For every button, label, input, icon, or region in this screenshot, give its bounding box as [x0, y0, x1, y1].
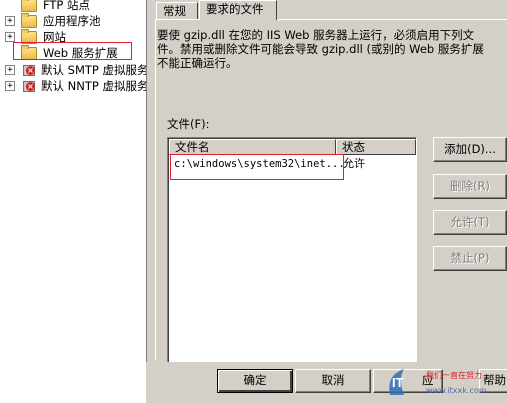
column-header-status[interactable]: 状态: [336, 139, 416, 155]
ok-button[interactable]: 确定: [217, 369, 293, 393]
prohibit-button[interactable]: 禁止(P): [433, 246, 507, 271]
tree-item-label: FTP 站点: [43, 0, 91, 12]
files-list[interactable]: 文件名 状态 c:\windows\system32\inet... 允许: [167, 137, 417, 369]
tree-item-label: 应用程序池: [43, 14, 101, 28]
description-text: 要使 gzip.dll 在您的 IIS Web 服务器上运行，必须启用下列文 件…: [157, 28, 484, 70]
tab-general[interactable]: 常规: [156, 2, 198, 19]
file-status-cell: 允许: [343, 157, 365, 170]
tree-item-smtp[interactable]: + × 默认 SMTP 虚拟服务: [5, 62, 146, 78]
folder-icon: [21, 0, 37, 12]
highlight-box: [13, 42, 132, 60]
watermark-url: www.itxxk.com: [426, 386, 487, 395]
expand-icon[interactable]: +: [5, 81, 15, 91]
tree-item-app-pools[interactable]: + 应用程序池: [5, 13, 145, 29]
highlight-box: [170, 154, 344, 180]
watermark-logo-text: IT: [392, 375, 404, 390]
watermark-logo-icon: IT: [389, 369, 404, 395]
cancel-button[interactable]: 取消: [295, 369, 371, 393]
iis-tree-panel: FTP 站点 + 应用程序池 + 网站 Web 服务扩展 + × 默认 SMTP…: [0, 0, 146, 403]
column-header-filename[interactable]: 文件名: [169, 139, 336, 155]
folder-icon: [21, 13, 37, 28]
watermark-slogan: 我们一直在努力: [426, 371, 482, 380]
expand-icon[interactable]: +: [5, 32, 15, 42]
files-label: 文件(F):: [167, 117, 210, 131]
expand-icon[interactable]: +: [5, 16, 15, 26]
add-button[interactable]: 添加(D)...: [433, 137, 507, 162]
server-stopped-icon: ×: [22, 79, 35, 92]
expand-icon[interactable]: +: [5, 65, 15, 75]
remove-button[interactable]: 删除(R): [433, 174, 507, 199]
allow-button[interactable]: 允许(T): [433, 210, 507, 235]
server-stopped-icon: ×: [22, 63, 35, 76]
tree-item-label: 默认 SMTP 虚拟服务: [41, 63, 146, 77]
tree-item-ftp-sites[interactable]: FTP 站点: [5, 0, 145, 13]
tab-required-files[interactable]: 要求的文件: [199, 0, 277, 20]
properties-dialog: 常规 要求的文件 要使 gzip.dll 在您的 IIS Web 服务器上运行，…: [146, 0, 507, 403]
dialog-footer: 确定 取消 应 帮助 IT 我们一直在努力 www.itxxk.com: [146, 362, 507, 403]
tree-item-nntp[interactable]: + × 默认 NNTP 虚拟服务: [5, 78, 146, 94]
tree-item-label: 默认 NNTP 虚拟服务: [41, 79, 146, 93]
